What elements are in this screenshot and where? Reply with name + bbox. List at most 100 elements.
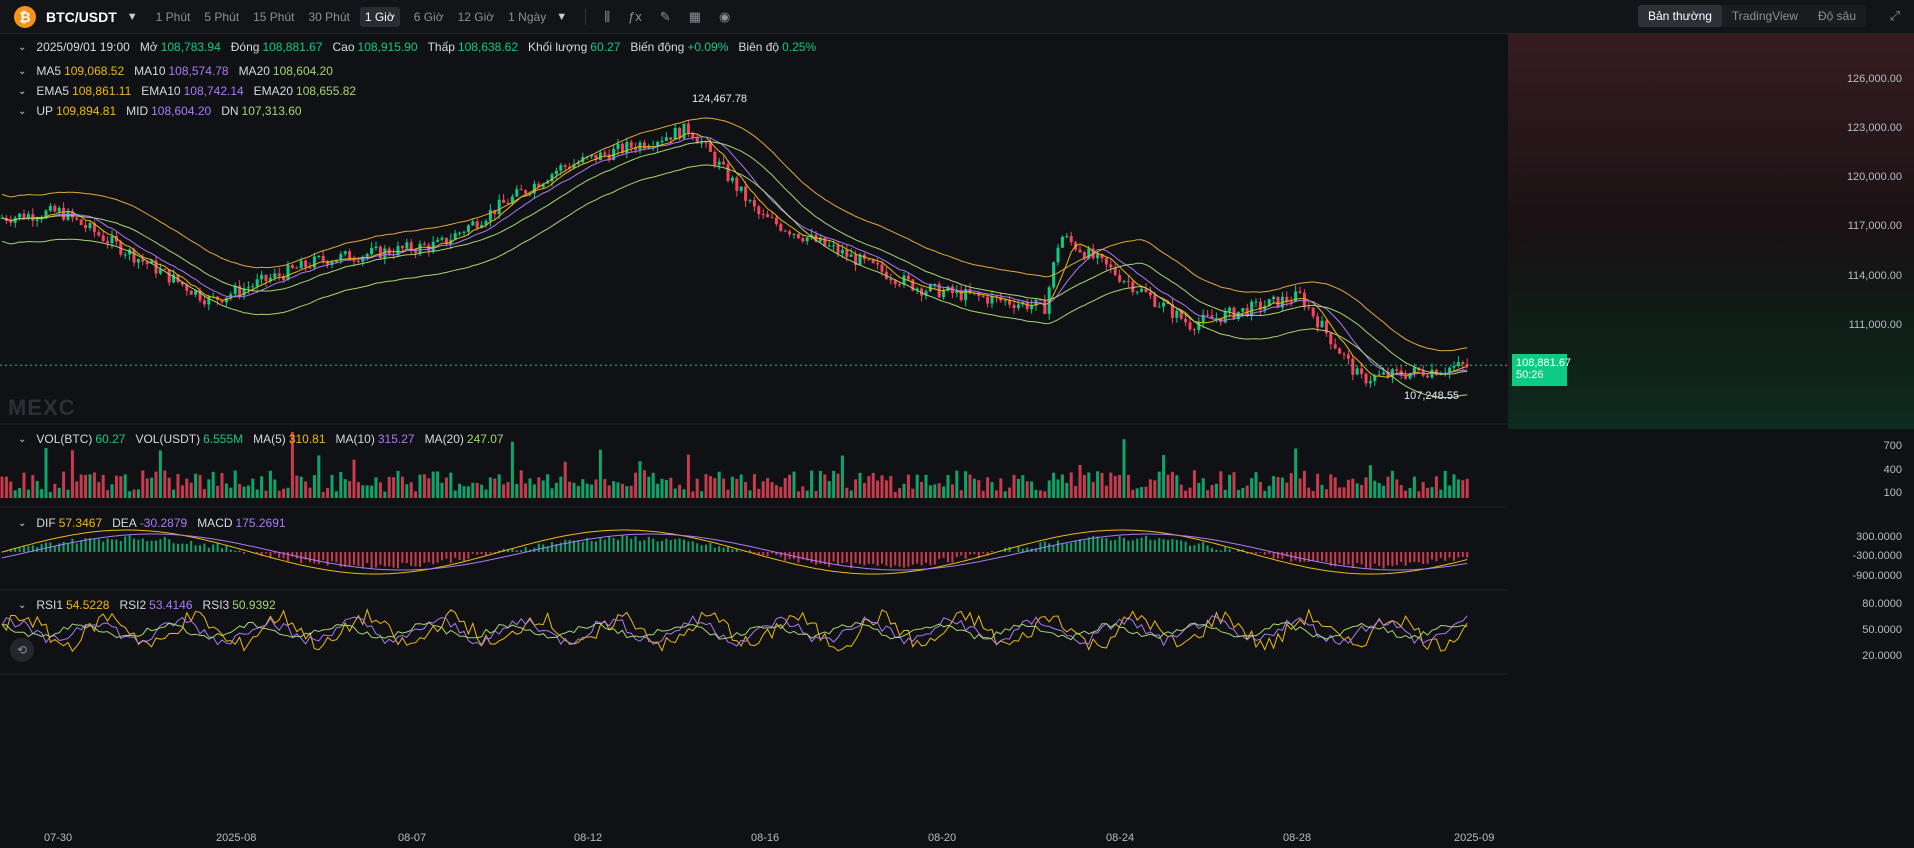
candle-body bbox=[440, 237, 444, 240]
macd-bar bbox=[67, 543, 69, 552]
volume-bar bbox=[682, 489, 686, 498]
volume-bar bbox=[1241, 488, 1245, 498]
macd-bar bbox=[1294, 552, 1297, 561]
macd-bar bbox=[1409, 552, 1411, 563]
chevron-down-icon[interactable]: ⌄ bbox=[18, 86, 26, 97]
timeframe-1m[interactable]: 1 Phút bbox=[156, 10, 191, 24]
macd-bar bbox=[643, 540, 646, 552]
macd-bar bbox=[911, 552, 914, 565]
view-standard[interactable]: Bản thường bbox=[1637, 5, 1722, 27]
macd-bar bbox=[1153, 540, 1156, 552]
macd-bar bbox=[238, 550, 241, 552]
macd-bar bbox=[427, 552, 430, 563]
chevron-down-icon[interactable]: ⌄ bbox=[18, 66, 26, 77]
volume-bar bbox=[1324, 489, 1328, 498]
candle-body bbox=[717, 161, 721, 166]
camera-icon[interactable]: ◉ bbox=[719, 9, 730, 25]
volume-bar bbox=[48, 491, 52, 498]
volume-bar bbox=[273, 479, 277, 498]
timeframe-1d[interactable]: 1 Ngày bbox=[508, 10, 546, 24]
layout-grid-icon[interactable]: ▦ bbox=[689, 9, 701, 25]
chevron-down-icon[interactable]: ⌄ bbox=[18, 106, 26, 117]
macd-bar bbox=[423, 552, 426, 563]
timeframe-more-icon[interactable]: ▼ bbox=[556, 11, 567, 23]
macd-bar bbox=[617, 539, 619, 552]
volume-bar bbox=[1122, 439, 1126, 498]
volume-bar bbox=[1008, 487, 1012, 498]
volume-bar bbox=[1338, 487, 1342, 498]
macd-bar bbox=[313, 552, 316, 564]
candle-body bbox=[1360, 368, 1364, 374]
volume-bar bbox=[642, 470, 646, 498]
chevron-down-icon[interactable]: ⌄ bbox=[18, 434, 26, 445]
view-toggle: Bản thường TradingView Độ sâu bbox=[1637, 5, 1866, 27]
volume-bar bbox=[1421, 482, 1425, 498]
volume-bar bbox=[207, 479, 211, 498]
volume-bar bbox=[1175, 475, 1179, 498]
indicator-icon[interactable]: ƒx bbox=[628, 9, 642, 24]
timeframe-30m[interactable]: 30 Phút bbox=[308, 10, 349, 24]
volume-bar bbox=[832, 470, 836, 498]
candle-body bbox=[1351, 358, 1355, 375]
volume-bar bbox=[1210, 485, 1214, 498]
boll-dn-label: DN bbox=[221, 104, 239, 118]
macd-bar bbox=[687, 541, 690, 552]
macd-bar bbox=[199, 545, 201, 552]
candle-body bbox=[1078, 249, 1082, 253]
candle-body bbox=[62, 207, 66, 220]
macd-bar bbox=[1180, 540, 1183, 552]
macd-bar bbox=[1087, 537, 1090, 552]
macd-bar bbox=[955, 552, 958, 558]
macd-bar bbox=[907, 552, 910, 567]
candle-body bbox=[1342, 353, 1346, 355]
candle-body bbox=[1206, 314, 1210, 316]
candle-type-icon[interactable]: ⫼ bbox=[604, 9, 610, 25]
timeframe-6h[interactable]: 6 Giờ bbox=[414, 10, 444, 24]
volume-bar bbox=[1316, 473, 1320, 498]
macd-bar bbox=[674, 539, 677, 552]
timeframe-1h[interactable]: 1 Giờ bbox=[359, 6, 400, 27]
volume-bar bbox=[713, 478, 717, 498]
volume-bar bbox=[101, 474, 105, 498]
volume-bar bbox=[1087, 472, 1091, 498]
volume-bar bbox=[651, 472, 655, 498]
macd-bar bbox=[969, 552, 971, 555]
volume-bar bbox=[770, 482, 774, 498]
fullscreen-icon[interactable]: ⤢ bbox=[1890, 8, 1900, 24]
vol-ma5-label: MA(5) bbox=[253, 432, 286, 446]
timeframe-12h[interactable]: 12 Giờ bbox=[458, 10, 495, 24]
macd-bar bbox=[1101, 538, 1103, 552]
view-tradingview[interactable]: TradingView bbox=[1722, 5, 1808, 27]
chevron-down-icon[interactable]: ⌄ bbox=[18, 600, 26, 611]
chevron-down-icon[interactable]: ▼ bbox=[127, 11, 138, 23]
macd-bar bbox=[784, 552, 787, 561]
volume-bar bbox=[1426, 487, 1430, 498]
time-tick: 08-16 bbox=[751, 832, 780, 844]
candle-body bbox=[383, 248, 387, 259]
chevron-down-icon[interactable]: ⌄ bbox=[18, 518, 26, 529]
reset-view-icon[interactable]: ⟲ bbox=[10, 638, 34, 662]
draw-icon[interactable]: ✎ bbox=[660, 9, 671, 25]
macd-bar bbox=[1109, 540, 1112, 552]
macd-bar bbox=[612, 537, 615, 552]
candle-body bbox=[1307, 307, 1311, 309]
timeframe-15m[interactable]: 15 Phút bbox=[253, 10, 294, 24]
volume-bar bbox=[308, 487, 312, 498]
volume-bar bbox=[92, 472, 96, 498]
volume-bar bbox=[757, 488, 761, 498]
pair-selector[interactable]: BTC/USDT bbox=[46, 9, 117, 25]
candle-body bbox=[286, 265, 290, 280]
macd-bar bbox=[1404, 552, 1407, 566]
volume-bar bbox=[634, 472, 638, 498]
macd-bar bbox=[867, 552, 870, 564]
view-depth[interactable]: Độ sâu bbox=[1808, 5, 1866, 27]
volume-bar bbox=[163, 470, 167, 498]
candle-body bbox=[264, 274, 268, 281]
macd-bar bbox=[489, 552, 492, 554]
volume-bar bbox=[106, 490, 110, 498]
chevron-down-icon[interactable]: ⌄ bbox=[18, 42, 26, 53]
volume-bar bbox=[1272, 476, 1276, 498]
timeframe-5m[interactable]: 5 Phút bbox=[204, 10, 239, 24]
rsi3-label: RSI3 bbox=[202, 598, 230, 612]
volume-bar bbox=[620, 483, 624, 498]
